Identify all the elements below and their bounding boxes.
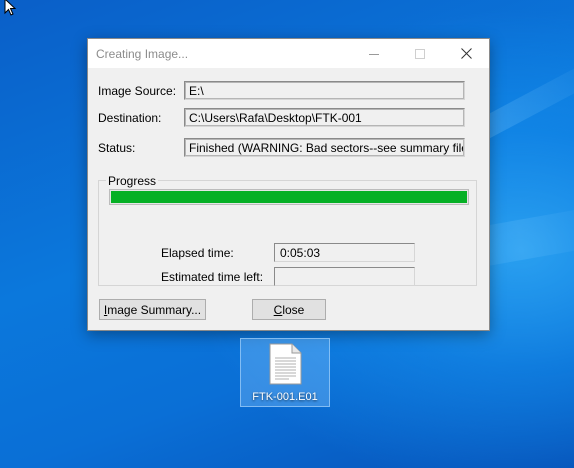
status-field[interactable]: Finished (WARNING: Bad sectors--see summ… xyxy=(184,138,465,157)
destination-field[interactable]: C:\Users\Rafa\Desktop\FTK-001 xyxy=(184,108,465,127)
creating-image-dialog: Creating Image... Image Source: E:\ Dest… xyxy=(87,38,490,331)
minimize-button[interactable] xyxy=(351,39,397,68)
estimated-time-left-field[interactable] xyxy=(274,267,415,286)
image-summary-button[interactable]: Image Summary... xyxy=(99,299,206,320)
estimated-time-left-label: Estimated time left: xyxy=(161,270,264,284)
progress-bar xyxy=(109,189,469,205)
title-bar[interactable]: Creating Image... xyxy=(88,39,489,68)
mouse-cursor-icon xyxy=(4,0,17,16)
progress-bar-fill xyxy=(111,191,467,203)
progress-group: Progress Elapsed time: 0:05:03 Estimated… xyxy=(98,174,477,286)
minimize-icon xyxy=(369,53,379,55)
close-window-button[interactable] xyxy=(443,39,489,68)
status-label: Status: xyxy=(98,141,136,155)
document-file-icon xyxy=(269,343,302,385)
close-button-label: Close xyxy=(273,302,305,317)
image-summary-button-label: Image Summary... xyxy=(103,302,202,317)
destination-label: Destination: xyxy=(98,111,162,125)
dialog-title: Creating Image... xyxy=(96,47,189,61)
image-source-field[interactable]: E:\ xyxy=(184,81,465,100)
close-icon xyxy=(460,48,472,59)
desktop-file-ftk-001-e01[interactable]: FTK-001.E01 xyxy=(240,338,330,407)
image-source-label: Image Source: xyxy=(98,84,177,98)
desktop-file-label: FTK-001.E01 xyxy=(252,391,318,403)
maximize-button[interactable] xyxy=(397,39,443,68)
progress-group-label: Progress xyxy=(106,174,159,188)
elapsed-time-field[interactable]: 0:05:03 xyxy=(274,243,415,262)
close-button[interactable]: Close xyxy=(252,299,326,320)
maximize-icon xyxy=(415,48,425,59)
elapsed-time-label: Elapsed time: xyxy=(161,246,234,260)
